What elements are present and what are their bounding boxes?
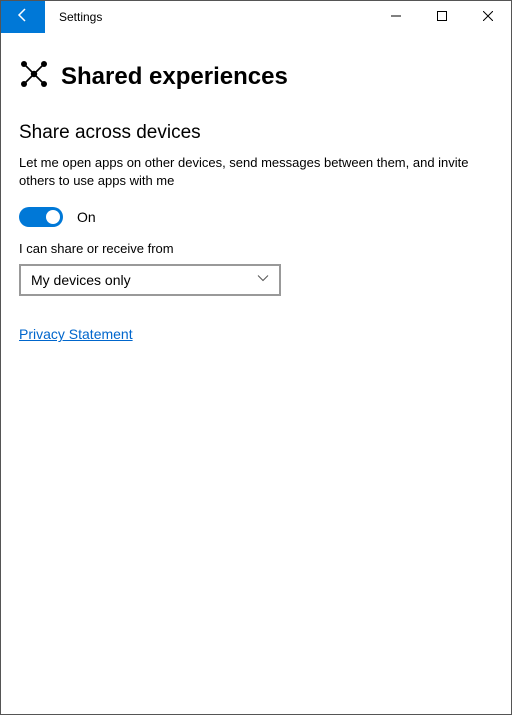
share-toggle-row: On (19, 207, 493, 227)
toggle-knob (46, 210, 60, 224)
share-toggle[interactable] (19, 207, 63, 227)
receive-from-label: I can share or receive from (19, 241, 493, 256)
shared-experiences-icon (19, 59, 49, 94)
window-title: Settings (45, 1, 102, 33)
close-icon (483, 8, 493, 26)
content-area: Shared experiences Share across devices … (1, 33, 511, 714)
section-heading: Share across devices (19, 122, 493, 144)
maximize-icon (437, 8, 447, 26)
page-title: Shared experiences (61, 63, 288, 91)
back-button[interactable] (1, 1, 45, 33)
close-button[interactable] (465, 1, 511, 33)
section-description: Let me open apps on other devices, send … (19, 154, 493, 189)
dropdown-selected-text: My devices only (31, 272, 131, 288)
chevron-down-icon (257, 271, 269, 289)
settings-window: Settings (0, 0, 512, 715)
receive-from-dropdown[interactable]: My devices only (19, 264, 281, 296)
minimize-button[interactable] (373, 1, 419, 33)
minimize-icon (391, 8, 401, 26)
titlebar: Settings (1, 1, 511, 33)
privacy-statement-link[interactable]: Privacy Statement (19, 326, 133, 342)
maximize-button[interactable] (419, 1, 465, 33)
toggle-state-label: On (77, 209, 96, 225)
page-header: Shared experiences (19, 59, 493, 94)
back-arrow-icon (15, 7, 31, 28)
